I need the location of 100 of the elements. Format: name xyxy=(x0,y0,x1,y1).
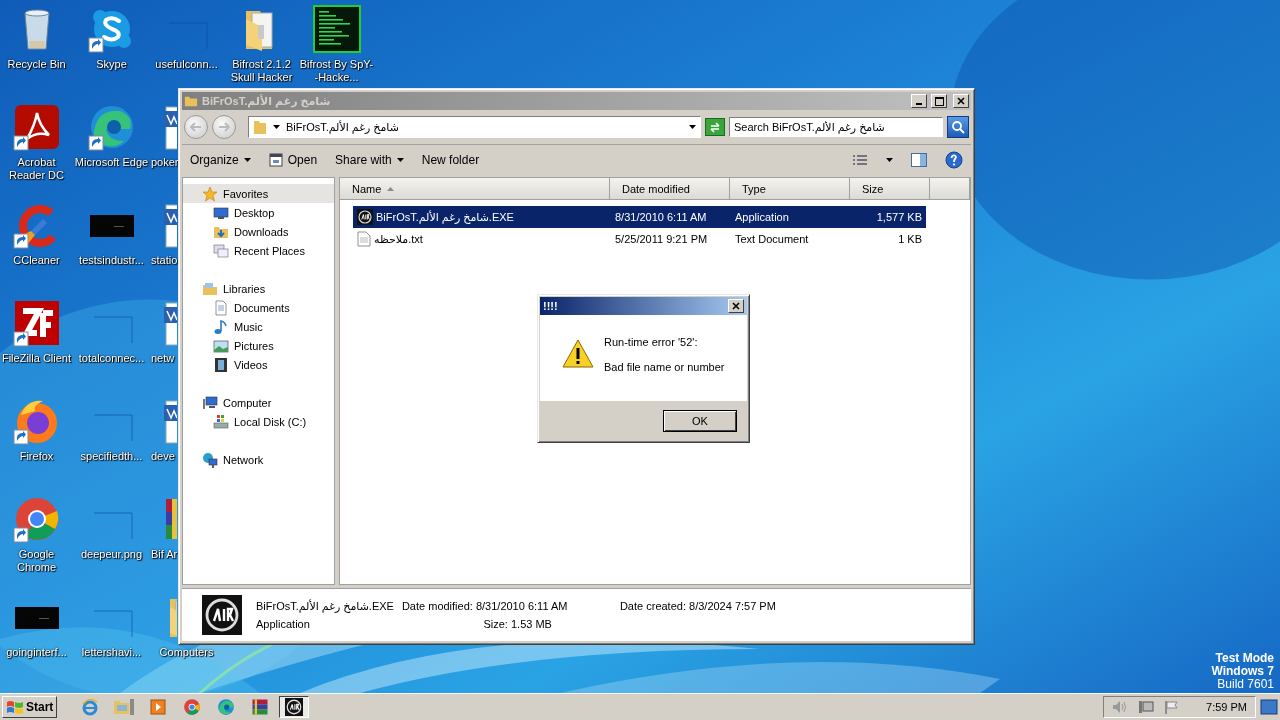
folder-icon xyxy=(113,698,136,716)
file-type: Text Document xyxy=(735,233,809,245)
nav-item[interactable]: Music xyxy=(183,317,334,336)
close-button[interactable] xyxy=(953,94,969,108)
desktop-icon-label: goinginterf... xyxy=(6,646,67,659)
desktop-icon-label: FileZilla Client xyxy=(1,352,72,365)
nav-item[interactable]: Downloads xyxy=(183,222,334,241)
desktop-icon-label: specifiedth... xyxy=(80,450,143,463)
file-date: 5/25/2011 9:21 PM xyxy=(615,233,708,245)
circle-logo-icon xyxy=(183,698,202,716)
details-file-name: BiFrOsT.شامخ رغم الألم.EXE xyxy=(256,599,394,613)
nav-item[interactable]: Network xyxy=(183,450,334,469)
terminal-icon[interactable] xyxy=(312,5,361,53)
preview-pane-button[interactable] xyxy=(909,151,929,169)
details-file-type: Application xyxy=(256,618,311,630)
ok-button[interactable]: OK xyxy=(663,409,737,432)
nav-item[interactable]: Documents xyxy=(183,298,334,317)
address-field[interactable]: BiFrOsT.شامخ رغم الألم xyxy=(248,116,701,138)
desktop-icon-label: Recycle Bin xyxy=(7,58,66,71)
toolbar-button[interactable]: Organize xyxy=(188,151,253,169)
view-menu-button[interactable] xyxy=(884,156,895,164)
details-field: Date modified: 8/31/2010 6:11 AM xyxy=(401,600,568,612)
library-folder-icon xyxy=(202,280,218,297)
monitor-icon xyxy=(213,204,229,221)
taskbar-button[interactable] xyxy=(279,696,310,718)
computer-icon xyxy=(202,394,218,411)
swirl-logo-icon[interactable] xyxy=(87,103,136,151)
help-button[interactable] xyxy=(943,149,965,171)
picture-icon xyxy=(213,337,229,354)
circle-logo-icon[interactable] xyxy=(12,495,61,543)
desktop-icon-label: Bif Ar xyxy=(151,548,178,561)
dialog-title: !!!! xyxy=(543,300,559,312)
toolbar-button[interactable]: New folder xyxy=(419,151,482,169)
nav-item[interactable]: Recent Places xyxy=(183,241,334,260)
zigzag-logo-icon[interactable] xyxy=(12,299,61,347)
minimize-button[interactable] xyxy=(911,94,927,108)
document-logo-icon[interactable] xyxy=(12,103,61,151)
flag-icon[interactable] xyxy=(1164,700,1181,714)
file-name: BiFrOsT.شامخ رغم الألم.EXE xyxy=(376,210,514,224)
nav-item[interactable]: Computer xyxy=(183,393,334,412)
column-header[interactable]: Size xyxy=(850,178,930,199)
caret-icon xyxy=(273,125,280,129)
caret-icon xyxy=(396,158,404,162)
desktop-icon-label: Microsoft Edge xyxy=(74,156,149,169)
view-options-button[interactable] xyxy=(850,152,870,168)
error-message: Run-time error '52': xyxy=(604,336,699,348)
column-header[interactable]: Type xyxy=(730,178,850,199)
file-size: 1 KB xyxy=(898,233,922,245)
window-icon xyxy=(268,153,283,167)
network-icon[interactable] xyxy=(1138,700,1155,714)
desktop-icon-label: CCleaner xyxy=(13,254,60,267)
details-field: Date created: 8/3/2024 7:57 PM xyxy=(619,600,776,612)
preview-pane-icon xyxy=(911,153,927,167)
desktop-icon-label: Bifrost 2.1.2 Skull Hacker xyxy=(229,58,294,84)
nav-item[interactable]: Pictures xyxy=(183,336,334,355)
close-button[interactable] xyxy=(728,299,744,313)
desktop-icon-label: testsindustr... xyxy=(79,254,144,267)
desktop-icon-label: Google Chrome xyxy=(15,548,58,574)
toolbar-button[interactable]: Share with xyxy=(333,151,406,169)
app-logo-icon xyxy=(285,698,304,716)
app-logo-icon xyxy=(357,209,373,225)
clock: 7:59 PM xyxy=(1206,701,1247,713)
desktop-icon-label: poker xyxy=(151,156,179,169)
desktop-icon-label: deve xyxy=(151,450,175,463)
desktop-icon-label: usefulconn... xyxy=(155,58,218,71)
maximize-icon xyxy=(934,96,944,106)
help-icon xyxy=(945,151,963,169)
text-file-icon xyxy=(357,231,371,247)
caret-icon xyxy=(886,158,893,162)
start-button[interactable]: Start xyxy=(2,696,58,718)
toolbar-button[interactable]: Open xyxy=(266,151,320,169)
recent-places-icon xyxy=(213,242,229,259)
file-size: 1,577 KB xyxy=(876,211,922,223)
nav-item[interactable]: Favorites xyxy=(183,184,334,203)
search-icon xyxy=(951,120,965,134)
maximize-button[interactable] xyxy=(931,94,947,108)
column-header[interactable]: Date modified xyxy=(610,178,730,199)
search-button[interactable] xyxy=(947,116,969,138)
nav-item[interactable]: Libraries xyxy=(183,279,334,298)
folder-icon xyxy=(253,119,267,135)
back-arrow-icon xyxy=(190,122,202,132)
caret-icon xyxy=(689,125,696,129)
desktop-icon-label: Firefox xyxy=(19,450,54,463)
music-note-icon xyxy=(213,318,229,335)
desktop-icon-label: Skype xyxy=(96,58,127,71)
details-field: Size: 1.53 MB xyxy=(483,618,612,630)
nav-item[interactable]: Desktop xyxy=(183,203,334,222)
film-strip-icon xyxy=(213,356,229,373)
disk-drive-icon xyxy=(213,413,229,430)
nav-item[interactable]: Local Disk (C:) xyxy=(183,412,334,431)
column-header[interactable]: Name xyxy=(340,178,610,199)
refresh-button[interactable] xyxy=(705,118,725,136)
list-view-icon xyxy=(852,154,868,166)
refresh-icon xyxy=(709,121,721,133)
nav-item[interactable]: Videos xyxy=(183,355,334,374)
search-field[interactable]: Search BiFrOsT.شامخ رغم الألم xyxy=(729,117,943,137)
close-icon xyxy=(732,302,740,310)
watermark-text: Test Mode xyxy=(1215,652,1274,665)
file-name: ملاحظه.txt xyxy=(374,232,423,246)
books-icon xyxy=(250,698,271,716)
